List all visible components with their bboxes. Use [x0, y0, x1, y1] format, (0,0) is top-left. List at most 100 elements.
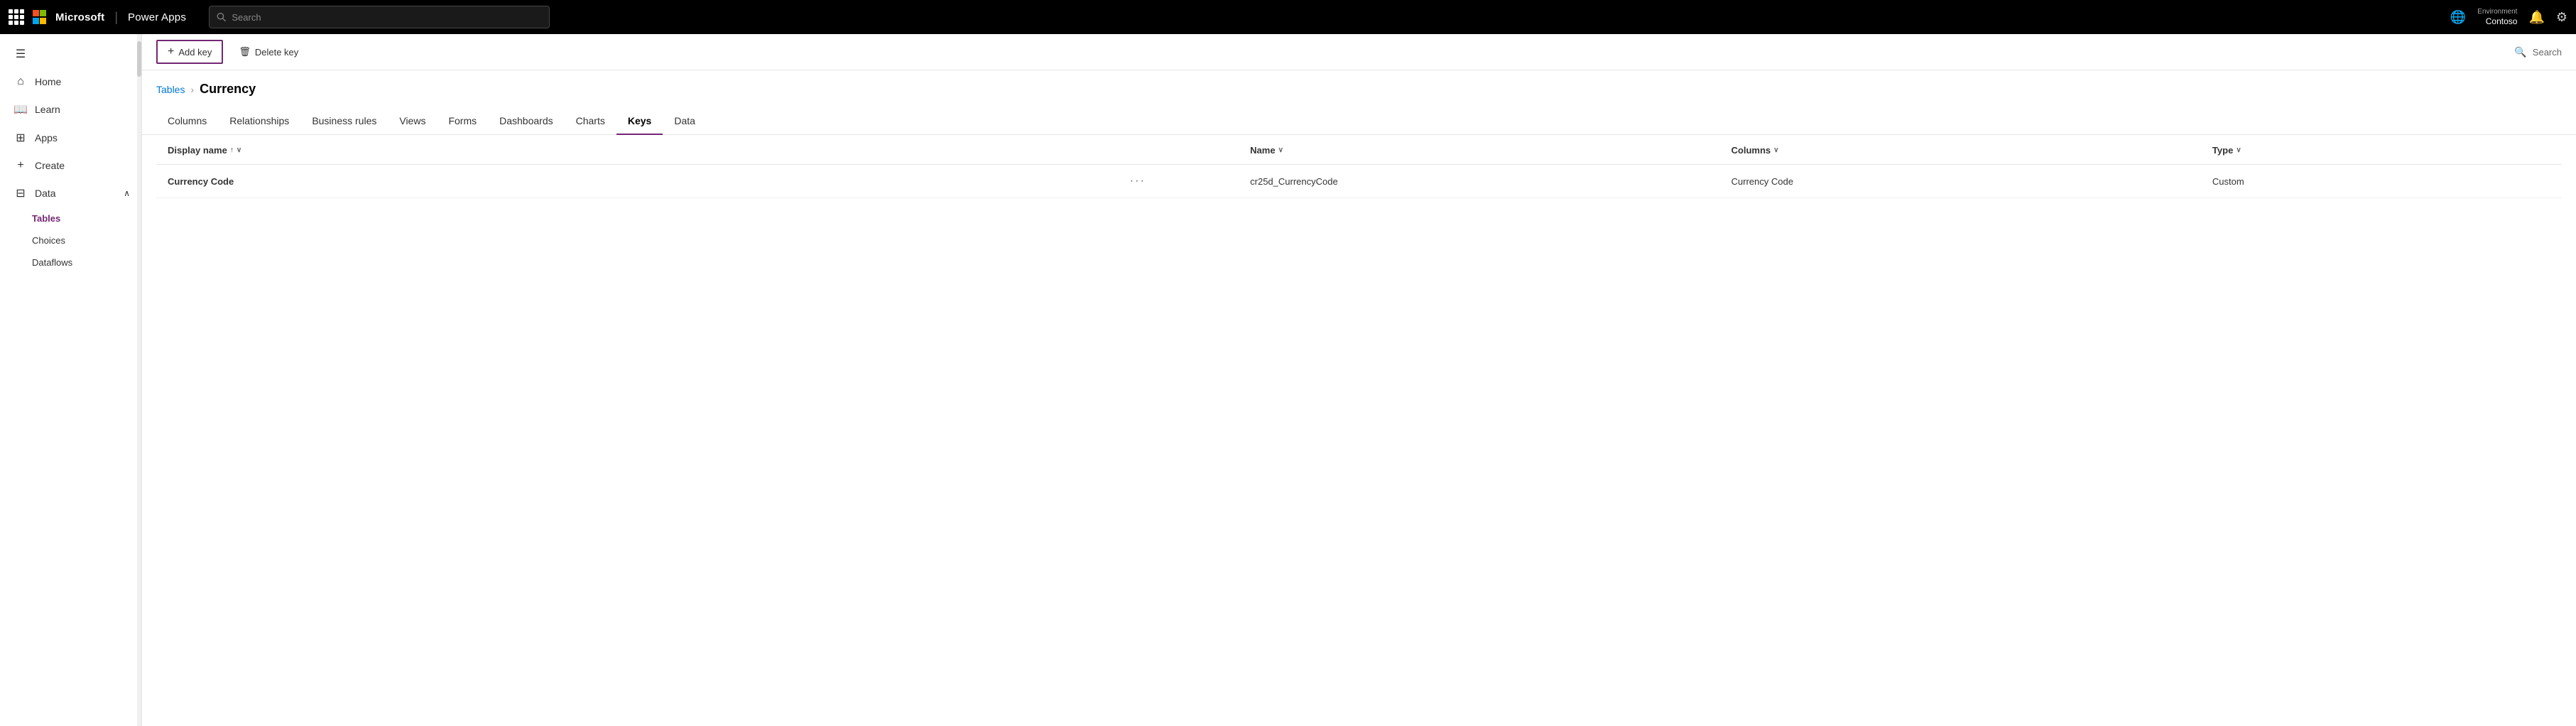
- main-layout: ☰ ⌂ Home 📖 Learn ⊞ Apps + Create ⊟ Data …: [0, 34, 2576, 726]
- tab-dashboards[interactable]: Dashboards: [488, 108, 565, 135]
- sidebar-item-data[interactable]: ⊟ Data ∧: [0, 179, 141, 207]
- microsoft-logo: [33, 10, 47, 24]
- environment-icon: 🌐: [2450, 10, 2466, 25]
- sort-up-icon: ↑: [230, 146, 234, 154]
- sidebar-apps-label: Apps: [35, 132, 58, 143]
- row-actions-menu[interactable]: ···: [1130, 175, 1227, 188]
- tab-forms-label: Forms: [448, 115, 477, 126]
- learn-icon: 📖: [13, 102, 28, 117]
- sidebar-toggle[interactable]: ☰: [0, 40, 141, 68]
- toolbar-search[interactable]: 🔍 Search: [2514, 46, 2562, 58]
- global-search-box[interactable]: [209, 6, 550, 28]
- keys-table: Display name ↑ ∨ Name ∨: [156, 135, 2562, 198]
- apps-icon: ⊞: [13, 131, 28, 145]
- brand-name: Microsoft: [55, 11, 104, 23]
- toolbar: + Add key 🗑 Delete key 🔍 Search: [142, 34, 2576, 70]
- tab-business-rules[interactable]: Business rules: [300, 108, 388, 135]
- delete-key-button[interactable]: 🗑 Delete key: [229, 42, 308, 62]
- sidebar-sub-choices[interactable]: Choices: [0, 229, 141, 251]
- breadcrumb-parent[interactable]: Tables: [156, 84, 185, 95]
- cell-name: cr25d_CurrencyCode: [1239, 165, 1719, 198]
- sidebar-learn-label: Learn: [35, 104, 60, 115]
- sidebar-sub-tables[interactable]: Tables: [0, 207, 141, 229]
- tab-columns[interactable]: Columns: [156, 108, 218, 135]
- environment-button[interactable]: 🌐: [2450, 10, 2466, 25]
- sidebar-tables-label: Tables: [32, 213, 60, 224]
- brand-divider: |: [114, 10, 118, 25]
- waffle-menu[interactable]: [9, 9, 24, 25]
- sidebar-choices-label: Choices: [32, 235, 65, 246]
- sidebar-scrollbar-thumb[interactable]: [137, 41, 141, 77]
- add-key-button[interactable]: + Add key: [156, 40, 223, 64]
- display-name-sort: Display name ↑ ∨: [168, 145, 241, 156]
- cell-row-actions[interactable]: ···: [1119, 165, 1239, 198]
- delete-key-label: Delete key: [255, 47, 298, 58]
- notification-button[interactable]: 🔔: [2528, 10, 2544, 25]
- tab-relationships[interactable]: Relationships: [218, 108, 300, 135]
- more-options-icon: ···: [1130, 175, 1146, 188]
- tab-views-label: Views: [399, 115, 425, 126]
- tab-forms[interactable]: Forms: [437, 108, 488, 135]
- name-sort: Name ∨: [1250, 145, 1283, 156]
- global-search-input[interactable]: [232, 12, 542, 23]
- table-row[interactable]: Currency Code ··· cr25d_CurrencyCode Cur…: [156, 165, 2562, 198]
- col-header-actions: [1119, 135, 1239, 165]
- table-body: Currency Code ··· cr25d_CurrencyCode Cur…: [156, 165, 2562, 198]
- sidebar-data-label: Data: [35, 188, 56, 199]
- sidebar-item-home[interactable]: ⌂ Home: [0, 68, 141, 95]
- content-area: + Add key 🗑 Delete key 🔍 Search Tables ›…: [142, 34, 2576, 726]
- tab-keys[interactable]: Keys: [616, 108, 663, 135]
- data-icon: ⊟: [13, 186, 28, 200]
- sidebar-item-apps[interactable]: ⊞ Apps: [0, 124, 141, 152]
- cell-display-name: Currency Code: [156, 165, 1119, 198]
- cell-columns: Currency Code: [1720, 165, 2201, 198]
- environment-label: Environment: [2477, 7, 2517, 16]
- environment-name: Contoso: [2486, 16, 2518, 28]
- cell-type: Custom: [2201, 165, 2562, 198]
- bell-icon: 🔔: [2528, 10, 2544, 25]
- page-header: Tables › Currency: [142, 70, 2576, 108]
- tab-views[interactable]: Views: [388, 108, 437, 135]
- sidebar-item-create[interactable]: + Create: [0, 152, 141, 179]
- topbar: Microsoft | Power Apps 🌐 Environment Con…: [0, 0, 2576, 34]
- environment-selector[interactable]: Environment Contoso: [2477, 7, 2517, 28]
- search-icon: [217, 12, 226, 22]
- waffle-icon: [9, 9, 24, 25]
- chevron-up-icon: ∧: [124, 188, 130, 198]
- sidebar-sub-dataflows[interactable]: Dataflows: [0, 251, 141, 273]
- add-key-label: Add key: [178, 47, 212, 58]
- toolbar-search-label: Search: [2533, 47, 2562, 58]
- toolbar-search-icon: 🔍: [2514, 46, 2526, 58]
- table-area: Display name ↑ ∨ Name ∨: [142, 135, 2576, 726]
- type-sort-icon: ∨: [2236, 146, 2241, 154]
- sidebar-item-learn[interactable]: 📖 Learn: [0, 95, 141, 124]
- tab-charts-label: Charts: [576, 115, 605, 126]
- sort-down-icon: ∨: [237, 146, 241, 154]
- col-header-display-name[interactable]: Display name ↑ ∨: [156, 135, 1119, 165]
- name-sort-icon: ∨: [1278, 146, 1283, 154]
- col-header-name[interactable]: Name ∨: [1239, 135, 1719, 165]
- tab-business-rules-label: Business rules: [312, 115, 376, 126]
- breadcrumb: Tables › Currency: [156, 82, 2562, 97]
- sidebar-create-label: Create: [35, 160, 65, 171]
- tab-data[interactable]: Data: [663, 108, 707, 135]
- settings-button[interactable]: ⚙: [2556, 10, 2567, 25]
- tabs: Columns Relationships Business rules Vie…: [142, 108, 2576, 135]
- sidebar-scrollbar-track: [137, 34, 141, 726]
- trash-icon: 🗑: [239, 46, 251, 58]
- columns-sort-icon: ∨: [1773, 146, 1778, 154]
- tab-relationships-label: Relationships: [229, 115, 289, 126]
- gear-icon: ⚙: [2556, 10, 2567, 25]
- home-icon: ⌂: [13, 75, 28, 88]
- sidebar: ☰ ⌂ Home 📖 Learn ⊞ Apps + Create ⊟ Data …: [0, 34, 142, 726]
- col-header-type[interactable]: Type ∨: [2201, 135, 2562, 165]
- hamburger-icon: ☰: [13, 47, 28, 61]
- sidebar-home-label: Home: [35, 76, 61, 87]
- tab-data-label: Data: [674, 115, 695, 126]
- breadcrumb-current: Currency: [200, 82, 256, 97]
- tab-charts[interactable]: Charts: [565, 108, 616, 135]
- tab-columns-label: Columns: [168, 115, 207, 126]
- columns-sort: Columns ∨: [1732, 145, 1779, 156]
- col-header-columns[interactable]: Columns ∨: [1720, 135, 2201, 165]
- topbar-right: 🌐 Environment Contoso 🔔 ⚙: [2450, 7, 2567, 28]
